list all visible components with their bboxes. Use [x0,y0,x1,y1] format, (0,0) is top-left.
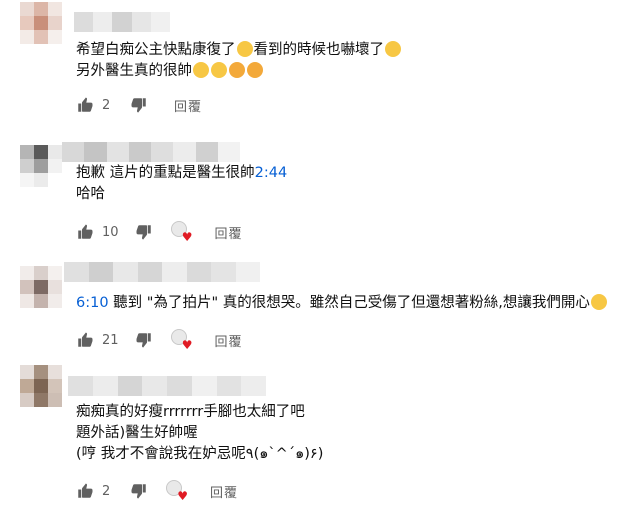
comment-1: 希望白痴公主快點康復了 看到的時候也嚇壞了 另外醫生真的很帥 2 回覆 [0,0,628,120]
comment-3: 6:10 聽到 "為了拍片" 真的很想哭。雖然自己受傷了但還想著粉絲,想讓我們開… [0,258,628,358]
comment-line-1: 痴痴真的好瘦rrrrrrr手腳也太細了吧 [76,404,305,420]
thumb-down-icon[interactable] [135,223,153,241]
author-name[interactable] [74,12,171,32]
comment-actions: 2 ♥ 回覆 [76,479,238,503]
heart-eyes-emoji [247,62,263,78]
creator-heart-badge: ♥ [166,480,188,502]
author-name[interactable] [64,262,260,282]
comment-2: 抱歉 這片的重點是醫生很帥2:44 哈哈 10 ♥ 回覆 [0,135,628,250]
crying-face-emoji [590,294,607,310]
rofl-emoji [193,62,209,78]
reply-button[interactable]: 回覆 [215,223,243,242]
creator-heart-icon: ♥ [177,489,188,503]
comment-line-1: 希望白痴公主快點康復了 看到的時候也嚇壞了 [76,40,402,61]
thumb-down-icon[interactable] [130,96,148,114]
avatar[interactable] [20,2,62,44]
thumb-up-icon[interactable] [76,331,94,349]
rofl-emoji [211,62,227,78]
author-name[interactable] [62,142,240,162]
timestamp-link[interactable]: 2:44 [255,165,288,181]
comment-text: 抱歉 這片的重點是醫生很帥2:44 哈哈 [76,163,287,205]
timestamp-link[interactable]: 6:10 [76,295,109,311]
like-count: 21 [102,332,119,348]
reply-button[interactable]: 回覆 [215,331,243,350]
heart-eyes-emoji [229,62,245,78]
author-name[interactable] [68,376,266,396]
comment-actions: 21 ♥ 回覆 [76,328,243,352]
avatar[interactable] [20,266,62,308]
reply-button[interactable]: 回覆 [174,96,202,115]
comment-text: 希望白痴公主快點康復了 看到的時候也嚇壞了 另外醫生真的很帥 [76,40,402,82]
creator-heart-icon: ♥ [181,338,193,352]
thumb-up-icon[interactable] [76,96,94,114]
comment-line-2: 哈哈 [76,186,105,202]
thumb-up-icon[interactable] [76,223,94,241]
comment-actions: 10 ♥ 回覆 [76,220,243,244]
comment-line-2: 題外話)醫生好帥喔 [76,425,198,441]
reply-button[interactable]: 回覆 [210,482,238,501]
like-count: 10 [102,224,119,240]
comment-line-3: (哼 我才不會說我在妒忌呢٩(๑`^´๑)۶) [76,446,324,462]
sad-face-emoji [236,41,253,57]
thumb-down-icon[interactable] [130,482,148,500]
like-count: 2 [102,97,111,113]
thumb-up-icon[interactable] [76,482,94,500]
comment-line-2: 另外醫生真的很帥 [76,61,402,82]
like-count: 2 [102,483,111,499]
thumb-down-icon[interactable] [135,331,153,349]
creator-heart-badge: ♥ [170,329,193,352]
comment-actions: 2 回覆 [76,93,202,117]
comment-text: 痴痴真的好瘦rrrrrrr手腳也太細了吧 題外話)醫生好帥喔 (哼 我才不會說我… [76,402,323,465]
comment-line-1: 抱歉 這片的重點是醫生很帥2:44 [76,165,288,181]
creator-heart-icon: ♥ [181,230,193,244]
avatar[interactable] [20,145,62,187]
avatar[interactable] [20,365,62,407]
shocked-face-emoji [385,41,401,57]
comment-4: 痴痴真的好瘦rrrrrrr手腳也太細了吧 題外話)醫生好帥喔 (哼 我才不會說我… [0,362,628,508]
comment-text: 6:10 聽到 "為了拍片" 真的很想哭。雖然自己受傷了但還想著粉絲,想讓我們開… [76,293,608,314]
creator-heart-badge: ♥ [170,221,193,244]
